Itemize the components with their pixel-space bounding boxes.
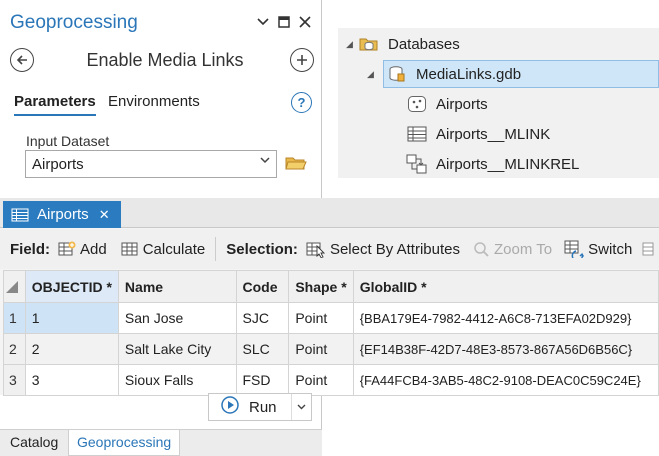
table-icon [406,124,428,144]
tab-airports-label: Airports [37,206,89,223]
maximize-icon[interactable] [276,14,292,30]
tool-title: Enable Media Links [86,50,244,70]
add-field-icon [58,241,76,256]
tree-item-airports[interactable]: Airports [406,94,488,114]
tree-label-airports-mlink: Airports__MLINK [436,125,551,143]
tree-item-medialinks-gdb[interactable]: ◢ MediaLinks.gdb [367,60,659,88]
table-row[interactable]: 1 1 San Jose SJC Point {BBA179E4-7982-44… [3,302,659,334]
cell-name[interactable]: Sioux Falls [117,364,237,396]
catalog-tree: ◢ Databases ◢ MediaLinks.gdb Airports Ai… [338,28,659,178]
tab-geoprocessing[interactable]: Geoprocessing [68,430,181,456]
point-feature-class-icon [406,94,428,114]
tab-parameters[interactable]: Parameters [14,93,96,116]
play-icon [221,396,239,418]
row-number[interactable]: 1 [3,302,26,334]
cell-code[interactable]: SLC [235,333,290,365]
run-label: Run [249,398,277,416]
cell-objectid[interactable]: 3 [24,364,119,396]
cell-shape[interactable]: Point [288,333,354,365]
table-row[interactable]: 2 2 Salt Lake City SLC Point {EF14B38F-4… [3,333,659,365]
zoom-to-icon [474,242,489,257]
corner-triangle-icon [6,281,18,293]
tree-label-databases: Databases [388,35,460,53]
tree-item-databases[interactable]: ◢ Databases [346,34,460,54]
bottom-tabstrip: Catalog Geoprocessing [0,429,322,456]
browse-folder-icon[interactable] [285,155,307,174]
add-field-label: Add [80,240,107,258]
tree-label-airports-mlinkrel: Airports__MLINKREL [436,155,580,173]
cell-shape[interactable]: Point [288,302,354,334]
input-dataset-label: Input Dataset [26,133,110,149]
add-field-button[interactable]: Add [58,241,107,258]
table-row[interactable]: 3 3 Sioux Falls FSD Point {FA44FCB4-3AB5… [3,364,659,396]
pane-menu-chevron-icon[interactable] [255,14,271,30]
row-number[interactable]: 3 [3,364,26,396]
tab-catalog[interactable]: Catalog [2,430,66,456]
attribute-table: OBJECTID * Name Code Shape * GlobalID * … [3,270,659,396]
cell-name[interactable]: Salt Lake City [117,333,237,365]
attribute-table-view: Airports ✕ Field: Add Calculate Selectio… [0,198,659,396]
cell-objectid[interactable]: 1 [24,302,119,334]
zoom-to-label: Zoom To [494,240,553,258]
databases-folder-icon [358,34,380,54]
input-dataset-select[interactable]: Airports [25,150,277,178]
plus-icon [297,55,307,65]
switch-selection-icon [564,240,585,258]
run-button[interactable]: Run [208,393,312,421]
calculate-field-button[interactable]: Calculate [121,240,206,258]
row-number[interactable]: 2 [3,333,26,365]
tree-expand-arrow-icon[interactable]: ◢ [346,39,358,50]
tree-label-gdb: MediaLinks.gdb [416,65,522,83]
zoom-to-button[interactable]: Zoom To [472,241,552,258]
tree-expand-arrow-icon[interactable]: ◢ [367,69,379,80]
table-icon [11,208,29,222]
cell-code[interactable]: FSD [235,364,290,396]
column-header-globalid[interactable]: GlobalID * [352,270,659,303]
tree-item-airports-mlinkrel[interactable]: Airports__MLINKREL [406,154,579,174]
switch-label: Switch [588,240,633,258]
select-all-corner[interactable] [3,270,26,303]
column-header-objectid[interactable]: OBJECTID * [24,270,119,303]
cell-globalid[interactable]: {BBA179E4-7982-4412-A6C8-713EFA02D929} [352,302,659,334]
relationship-class-icon [406,154,428,174]
help-icon[interactable]: ? [291,92,312,113]
column-header-code[interactable]: Code [235,270,290,303]
cell-globalid[interactable]: {EF14B38F-42D7-48E3-8573-867A56D6B56C} [352,333,659,365]
cell-code[interactable]: SJC [235,302,290,334]
table-toolbar: Field: Add Calculate Selection: Select B… [0,229,659,269]
input-dataset-value: Airports [32,156,84,173]
cell-objectid[interactable]: 2 [24,333,119,365]
add-tool-button[interactable] [290,48,314,72]
field-label: Field: [10,240,50,258]
select-by-attributes-button[interactable]: Select By Attributes [306,240,460,258]
tree-label-airports: Airports [436,95,488,113]
tree-item-airports-mlink[interactable]: Airports__MLINK [406,124,550,144]
column-header-shape[interactable]: Shape * [288,270,354,303]
tab-airports-table[interactable]: Airports ✕ [3,201,121,228]
close-pane-icon[interactable] [297,14,313,30]
close-tab-icon[interactable]: ✕ [99,207,110,223]
table-header-row: OBJECTID * Name Code Shape * GlobalID * [3,270,659,303]
select-by-attributes-icon [306,242,326,258]
more-tools-icon[interactable] [642,241,658,257]
calculate-label: Calculate [142,240,206,258]
toolbar-separator [215,237,217,261]
select-by-attributes-label: Select By Attributes [329,240,461,258]
tab-environments[interactable]: Environments [108,93,200,110]
chevron-down-icon [260,155,270,167]
calculate-icon [121,242,138,256]
cell-shape[interactable]: Point [288,364,354,396]
cell-globalid[interactable]: {FA44FCB4-3AB5-48C2-9108-DEAC0C59C24E} [352,364,659,396]
switch-selection-button[interactable]: Switch [564,240,632,258]
selection-label: Selection: [226,240,298,258]
pane-title: Geoprocessing [10,12,138,33]
geodatabase-icon [386,64,408,84]
view-tabstrip: Airports ✕ [0,198,659,228]
cell-name[interactable]: San Jose [117,302,237,334]
column-header-name[interactable]: Name [117,270,237,303]
run-options-chevron-icon[interactable] [291,394,311,420]
